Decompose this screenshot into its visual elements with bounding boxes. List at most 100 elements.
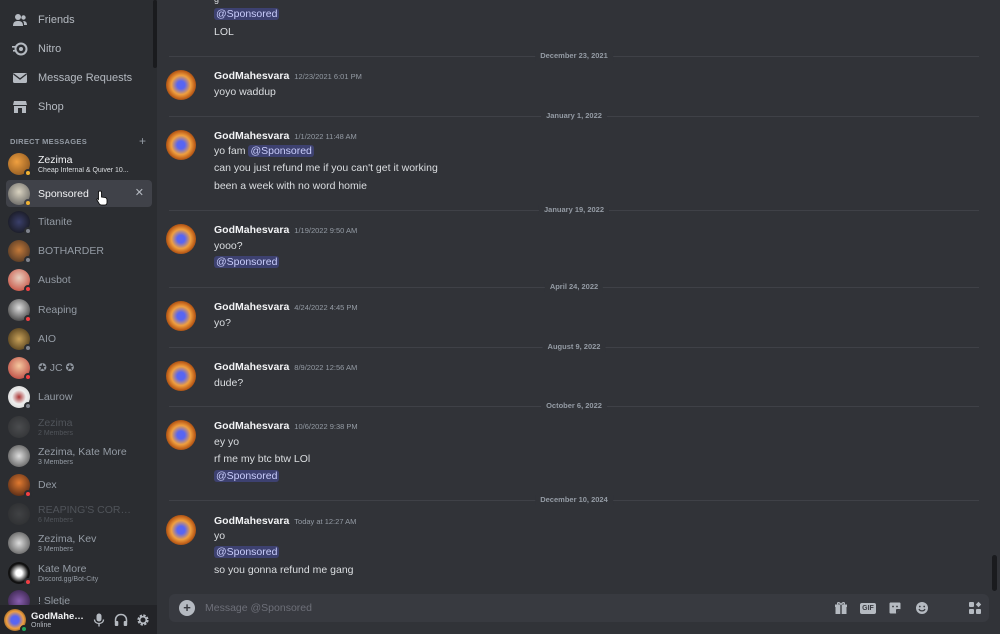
avatar[interactable] [166,420,196,450]
author-name[interactable]: GodMahesvara [214,301,289,313]
dm-item-reapings-corner[interactable]: REAPING'S CORNER ...6 Members [6,500,152,527]
dm-activity: Cheap Infernal & Quiver 10... [38,166,129,174]
message-line: yo [214,530,226,542]
message-author[interactable]: GodMahesvara 4/24/2022 4:45 PM [214,301,358,313]
nav-shop[interactable]: Shop [8,94,152,120]
author-name[interactable]: GodMahesvara [214,361,289,373]
shop-icon [11,98,29,116]
plus-circle-icon[interactable]: + [179,600,195,616]
message-line: yo fam @Sponsored [214,145,314,157]
gear-icon[interactable] [133,610,153,630]
avatar[interactable] [4,608,28,633]
user-mention[interactable]: @Sponsored [214,256,280,268]
author-name[interactable]: GodMahesvara [214,130,289,142]
avatar[interactable] [166,224,196,254]
status-indicator [24,284,32,293]
dm-name: Reaping [38,303,78,316]
message-author[interactable]: GodMahesvara 8/9/2022 12:56 AM [214,361,357,373]
dm-member-count: 2 Members [38,429,74,437]
plus-icon[interactable]: + [139,135,146,147]
dm-item-reaping[interactable]: Reaping [6,296,152,323]
author-name[interactable]: GodMahesvara [214,515,289,527]
sticker-icon[interactable] [884,597,906,619]
mouse-cursor-icon [96,190,108,206]
message-timestamp: 10/6/2022 9:38 PM [294,422,358,431]
message-author[interactable]: GodMahesvara 12/23/2021 6:01 PM [214,70,362,82]
user-mention[interactable]: @Sponsored [214,470,280,482]
date-divider: October 6, 2022 [169,401,979,411]
author-name[interactable]: GodMahesvara [214,420,289,432]
nav-message-requests[interactable]: Message Requests [8,65,152,91]
dm-item-jc[interactable]: ✪ JC ✪ [6,354,152,381]
gift-icon[interactable] [830,597,852,619]
emoji-icon[interactable] [911,597,933,619]
message-author[interactable]: GodMahesvara 10/6/2022 9:38 PM [214,420,358,432]
dm-item-botharder[interactable]: BOTHARDER [6,237,152,264]
date-divider-label: January 19, 2022 [538,205,610,215]
status-indicator [24,372,32,381]
dm-name: ✪ JC ✪ [38,361,75,374]
message-line: dude? [214,377,244,389]
avatar[interactable] [166,70,196,100]
author-name[interactable]: GodMahesvara [214,70,289,82]
dm-item-zezima-group[interactable]: Zezima 2 Members [6,413,152,440]
message-line: yooo? [214,240,243,252]
message-timestamp: 12/23/2021 6:01 PM [294,72,362,81]
dm-name: Laurow [38,390,73,403]
dm-item-zezima-kev[interactable]: Zezima, Kev 3 Members [6,529,152,556]
message-author[interactable]: GodMahesvara 1/19/2022 9:50 AM [214,224,357,236]
user-mention[interactable]: @Sponsored [214,546,280,558]
message-line: yoyo waddup [214,86,276,98]
dm-name: Zezima, Kate More [38,445,127,458]
user-mention[interactable]: @Sponsored [248,145,314,157]
chat-scrollbar[interactable] [992,555,997,591]
gif-label: GIF [860,602,876,614]
dm-item-titanite[interactable]: Titanite [6,208,152,235]
message-author[interactable]: GodMahesvara Today at 12:27 AM [214,515,356,527]
date-divider: December 10, 2024 [169,495,979,505]
dm-item-aio[interactable]: AIO [6,325,152,352]
nav-friends-label: Friends [38,14,75,26]
avatar[interactable] [166,361,196,391]
avatar[interactable] [166,301,196,331]
message-line: LOL [214,26,234,38]
message-text: yo fam [214,145,249,157]
user-name: GodMahes... [31,610,87,622]
dm-item-zezima[interactable]: Zezima Cheap Infernal & Quiver 10... [6,150,152,177]
message-line: so you gonna refund me gang [214,564,354,576]
dm-item-ausbot[interactable]: Ausbot [6,266,152,293]
avatar [8,444,30,467]
date-divider-label: August 9, 2022 [542,342,606,352]
dm-item-kate-more[interactable]: Kate More Discord.gg/Bot-City [6,559,152,586]
dm-activity: Discord.gg/Bot-City [38,575,99,583]
nav-friends[interactable]: Friends [8,7,152,33]
close-icon[interactable]: ✕ [135,186,144,199]
dm-item-sponsored[interactable]: Sponsored ✕ [6,180,152,207]
date-divider-label: December 10, 2024 [535,495,613,505]
dm-item-laurow[interactable]: Laurow [6,383,152,410]
gif-icon[interactable]: GIF [857,597,879,619]
avatar [8,327,32,352]
status-indicator [24,577,32,586]
dm-name: Sponsored [38,187,89,200]
dm-item-dex[interactable]: Dex [6,471,152,498]
dm-name: Zezima, Kev [38,532,97,545]
headphones-icon[interactable] [111,610,131,630]
message-author[interactable]: GodMahesvara 1/1/2022 11:48 AM [214,130,357,142]
message-input[interactable] [205,602,825,614]
dm-name: BOTHARDER [38,244,104,257]
user-mention[interactable]: @Sponsored [214,8,280,20]
avatar[interactable] [166,515,196,545]
author-name[interactable]: GodMahesvara [214,224,289,236]
avatar [8,356,32,381]
chat-area: g @Sponsored LOL December 23, 2021 GodMa… [157,0,1000,634]
message-timestamp: 8/9/2022 12:56 AM [294,363,358,372]
nav-nitro[interactable]: Nitro [8,36,152,62]
apps-icon[interactable] [962,596,988,620]
dm-item-zezima-kate-more[interactable]: Zezima, Kate More 3 Members [6,442,152,469]
microphone-icon[interactable] [89,610,109,630]
avatar[interactable] [166,130,196,160]
direct-messages-title: DIRECT MESSAGES [10,136,88,146]
avatar [8,473,32,498]
friends-icon [11,11,29,29]
